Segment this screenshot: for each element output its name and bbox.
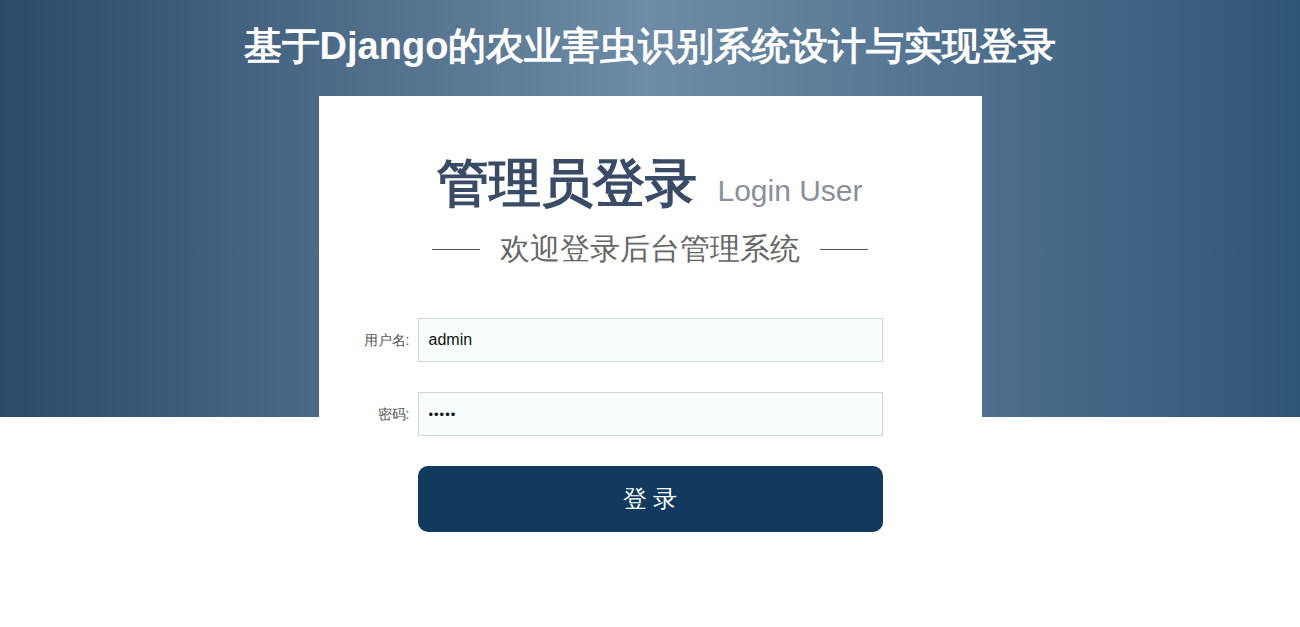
card-subtitle: 欢迎登录后台管理系统 bbox=[432, 229, 868, 269]
field-label: 用户名: bbox=[346, 330, 410, 351]
login-button[interactable]: 登 录 bbox=[418, 466, 883, 532]
username-input[interactable] bbox=[418, 318, 883, 362]
card-heading: 管理员登录Login User bbox=[437, 150, 862, 216]
divider-line bbox=[820, 249, 868, 250]
login-page: 基于Django的农业害虫识别系统设计与实现登录管理员登录Login User 欢… bbox=[0, 0, 1300, 627]
form-row: 密码: bbox=[346, 392, 982, 436]
form-row: 用户名: bbox=[346, 318, 982, 362]
login-card: 管理员登录Login User 欢迎登录后台管理系统用户名: 密码: 登 录 bbox=[319, 96, 982, 627]
field-label: 密码: bbox=[346, 404, 410, 425]
login-form: 用户名: 密码: 登 录 bbox=[319, 318, 982, 532]
page-title: 基于Django的农业害虫识别系统设计与实现登录 bbox=[244, 0, 1057, 70]
password-input[interactable] bbox=[418, 392, 883, 436]
divider-line bbox=[432, 249, 480, 250]
